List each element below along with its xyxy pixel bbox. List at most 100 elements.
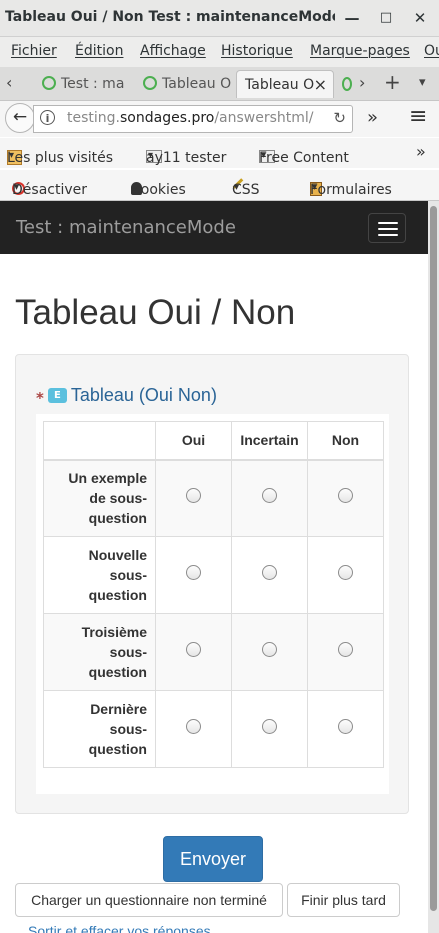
answer-cell [155, 459, 232, 537]
chevron-down-icon: ▾ [312, 182, 318, 193]
answer-cell [155, 536, 232, 614]
toolbar-label: Formulaires [310, 182, 392, 198]
close-tab-icon[interactable]: × [314, 71, 327, 98]
answer-table-wrapper: Oui Incertain Non Un exemple de sous-ques… [36, 414, 389, 794]
new-tab-icon[interactable]: + [384, 70, 401, 94]
radio-incertain[interactable] [262, 565, 277, 580]
radio-oui[interactable] [186, 642, 201, 657]
tab-list-icon[interactable]: ▾ [419, 75, 426, 90]
navigation-bar: ← i testing.sondages.pro/answershtml/ ↻ … [0, 101, 439, 137]
hamburger-bar [378, 228, 398, 230]
menu-outils[interactable]: Ou [424, 43, 439, 59]
close-window-button[interactable]: ✕ [410, 8, 430, 28]
row-label-line: sous- [109, 644, 147, 660]
toolbar-label: Désactiver [12, 182, 87, 198]
tab-tableau-active[interactable]: Tableau O × [236, 70, 334, 98]
menu-historique[interactable]: Historique [221, 43, 293, 59]
table-row: Troisième sous-question [43, 613, 384, 691]
window-titlebar: Tableau Oui / Non Test : maintenanceMode… [0, 0, 439, 37]
finish-later-button[interactable]: Finir plus tard [287, 883, 400, 917]
question-text: Tableau (Oui Non) [70, 385, 217, 405]
web-page: Test : maintenanceMode Tableau Oui / Non… [0, 201, 428, 933]
back-icon[interactable]: ← [5, 103, 35, 133]
table-row: Un exemple de sous-question [43, 459, 384, 537]
row-label: Dernière sous-question [43, 690, 156, 768]
tab-scroll-right-icon[interactable]: › [359, 73, 365, 92]
table-row: Dernière sous-question [43, 690, 384, 768]
url-bar[interactable]: i testing.sondages.pro/answershtml/ ↻ [33, 105, 353, 133]
load-survey-button[interactable]: Charger un questionnaire non terminé [15, 883, 283, 917]
tab-tableau-1[interactable]: Tableau O [143, 70, 231, 98]
menu-affichage[interactable]: Affichage [140, 43, 206, 59]
row-label: Troisième sous-question [43, 613, 156, 691]
chevron-down-icon: ▾ [234, 182, 240, 193]
row-label-line: Dernière [90, 701, 147, 717]
answer-cell [231, 690, 308, 768]
hamburger-menu-icon[interactable]: ≡ [409, 104, 427, 129]
reload-icon[interactable]: ↻ [333, 109, 346, 127]
column-header-oui: Oui [155, 421, 232, 461]
chevron-down-icon: ▾ [133, 182, 139, 193]
bookmark-label: Les plus visités [7, 150, 114, 166]
row-label: Nouvelle sous-question [43, 536, 156, 614]
empty-header-cell [43, 421, 156, 461]
answer-cell [307, 613, 384, 691]
question-title: * E Tableau (Oui Non) [36, 385, 217, 407]
page-title: Tableau Oui / Non [15, 293, 296, 332]
url-path: /answershtml/ [214, 110, 314, 126]
tab-test[interactable]: Test : ma [42, 70, 130, 98]
row-label-line: question [88, 664, 147, 680]
tab-scroll-left-icon[interactable]: ‹ [6, 73, 12, 92]
page-scrollbar[interactable] [428, 201, 439, 933]
table-header-row: Oui Incertain Non [43, 421, 384, 461]
question-badge: E [47, 388, 67, 403]
scrollbar-thumb[interactable] [430, 206, 437, 911]
bookmarks-overflow-icon[interactable]: » [416, 142, 426, 161]
radio-incertain[interactable] [262, 488, 277, 504]
answer-cell [307, 459, 384, 537]
send-button[interactable]: Envoyer [163, 836, 263, 882]
tab-label: Tableau O [162, 76, 231, 92]
tab-label: Test : ma [61, 76, 125, 92]
menu-edition[interactable]: Édition [75, 43, 123, 59]
radio-non[interactable] [338, 642, 353, 657]
minimize-button[interactable]: — [342, 8, 362, 28]
answer-table: Oui Incertain Non Un exemple de sous-ques… [43, 421, 384, 768]
radio-oui[interactable] [186, 565, 201, 580]
row-label: Un exemple de sous-question [43, 459, 156, 537]
url-text: testing.sondages.pro/answershtml/ [67, 110, 314, 126]
question-container: * E Tableau (Oui Non) Oui Incertain Non Un… [15, 354, 409, 814]
radio-oui[interactable] [186, 719, 201, 734]
menu-marque-pages[interactable]: Marque-pages [310, 43, 410, 59]
developer-toolbar: Désactiver ▾ Cookies ▾ CSS ▾ Formulaires ▾ [0, 170, 439, 201]
radio-oui[interactable] [186, 488, 201, 504]
tab-favicon-icon[interactable] [342, 77, 352, 91]
row-label-line: question [88, 510, 147, 527]
table-row: Nouvelle sous-question [43, 536, 384, 614]
hamburger-bar [378, 222, 398, 224]
chevron-down-icon: ▾ [14, 182, 20, 193]
exit-clear-link[interactable]: Sortir et effacer vos réponses [28, 923, 211, 933]
site-brand[interactable]: Test : maintenanceMode [16, 217, 236, 238]
tab-label: Tableau O [245, 77, 315, 93]
answer-cell [231, 613, 308, 691]
hamburger-bar [378, 234, 398, 236]
answer-cell [307, 536, 384, 614]
overflow-icon[interactable]: » [367, 107, 378, 128]
row-label-line: Nouvelle [88, 547, 147, 563]
radio-incertain[interactable] [262, 642, 277, 657]
radio-non[interactable] [338, 488, 353, 504]
maximize-button[interactable]: □ [376, 8, 396, 28]
answer-cell [155, 690, 232, 768]
radio-incertain[interactable] [262, 719, 277, 734]
column-header-non: Non [307, 421, 384, 461]
menu-fichier[interactable]: Fichier [11, 43, 57, 59]
answer-cell [155, 613, 232, 691]
radio-non[interactable] [338, 719, 353, 734]
tab-favicon-icon [42, 76, 56, 90]
row-label-line: question [88, 741, 147, 757]
radio-non[interactable] [338, 565, 353, 580]
navbar-toggle-button[interactable] [368, 213, 406, 243]
info-icon[interactable]: i [40, 110, 55, 125]
row-label-line: sous- [109, 721, 147, 737]
